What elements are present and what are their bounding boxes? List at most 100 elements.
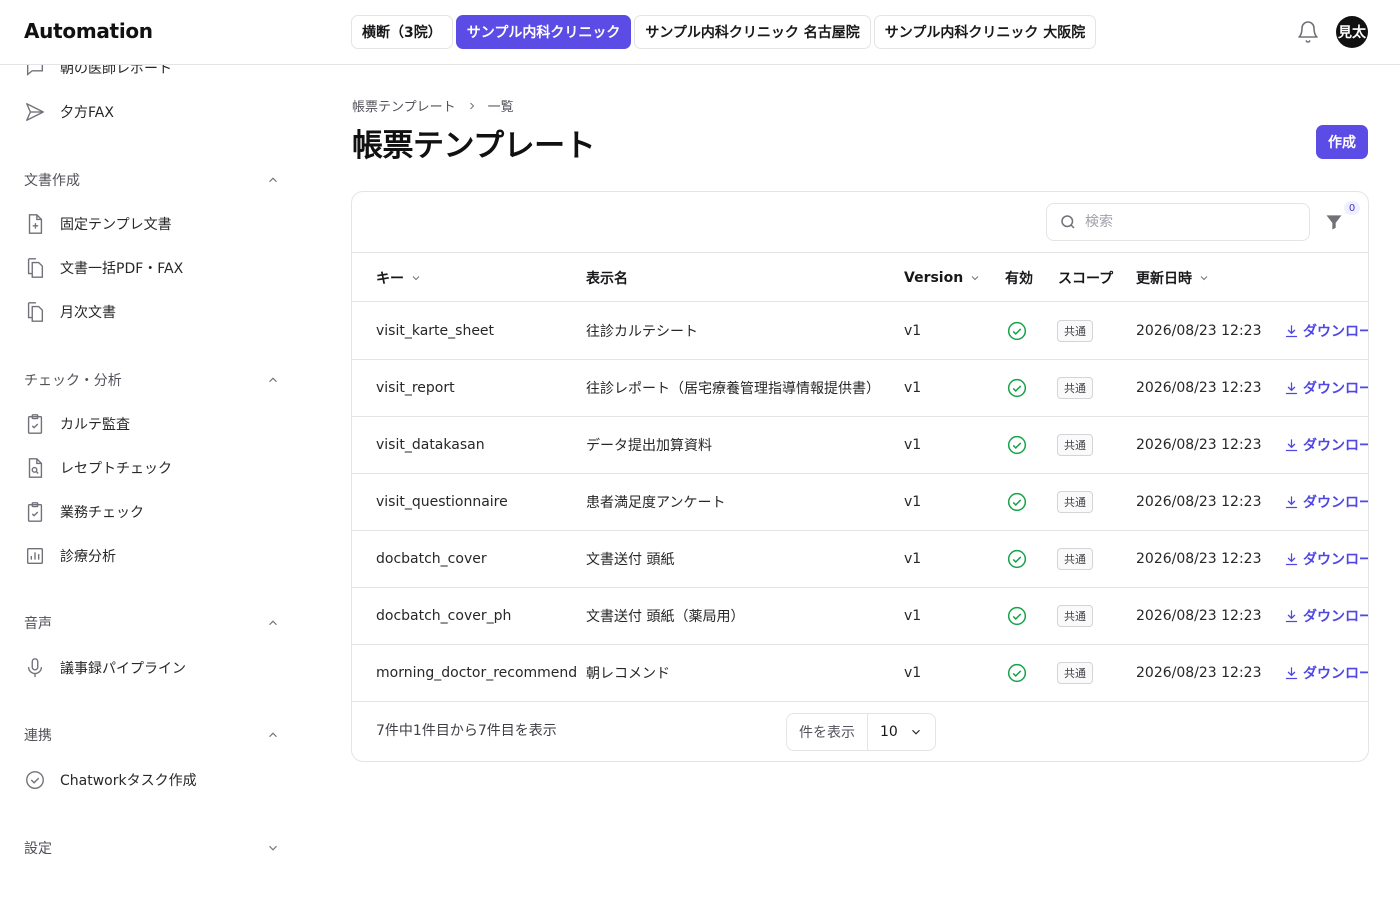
- table-header: キー 表示名 Version 有効 スコープ 更新日時: [352, 253, 1368, 302]
- sidebar-item-morning-report[interactable]: 朝の医師レポート: [24, 65, 172, 83]
- chevron-down-icon: [1200, 275, 1208, 280]
- section-title: 文書作成: [24, 173, 80, 189]
- download-button[interactable]: ダウンロー: [1284, 417, 1369, 473]
- cell-key: docbatch_cover_ph: [376, 608, 512, 624]
- sidebar-item-chatwork-task[interactable]: Chatworkタスク作成: [24, 765, 197, 795]
- sidebar-item-label: 夕方FAX: [60, 105, 114, 121]
- table-row: visit_datakasan データ提出加算資料 v1 共通 2026/08/23 1…: [352, 417, 1368, 474]
- sidebar-item-receipt-check[interactable]: レセプトチェック: [24, 453, 172, 483]
- column-version[interactable]: Version: [904, 253, 981, 302]
- cell-scope: 共通: [1057, 360, 1093, 416]
- column-enabled: 有効: [1005, 253, 1033, 302]
- clinic-tab-osaka[interactable]: サンプル内科クリニック 大阪院: [873, 15, 1097, 49]
- enabled-check-icon: [1007, 417, 1027, 473]
- check-circle-icon: [24, 769, 46, 791]
- sidebar: 朝の医師レポート 夕方FAX 文書作成 固定テンプレ文書 文書一括PDF・FAX…: [0, 65, 300, 900]
- send-icon: [24, 101, 46, 123]
- cell-updated-at: 2026/08/23 12:23: [1136, 323, 1262, 339]
- breadcrumb-templates[interactable]: 帳票テンプレート: [352, 96, 456, 115]
- cell-scope: 共通: [1057, 531, 1093, 587]
- bell-icon[interactable]: [1296, 20, 1320, 44]
- cell-version: v1: [904, 551, 922, 567]
- clinic-tab-nagoya[interactable]: サンプル内科クリニック 名古屋院: [634, 15, 871, 49]
- column-key[interactable]: キー: [376, 253, 422, 302]
- download-button[interactable]: ダウンロー: [1284, 303, 1368, 359]
- files-icon: [24, 301, 46, 323]
- cell-display-name: 往診カルテシート: [586, 324, 698, 340]
- clinic-tab-main[interactable]: サンプル内科クリニック: [455, 15, 632, 49]
- sidebar-item-business-check[interactable]: 業務チェック: [24, 497, 144, 527]
- clinic-tabs: 横断（3院） サンプル内科クリニック サンプル内科クリニック 名古屋院 サンプル…: [351, 15, 1097, 49]
- filter-icon[interactable]: [1324, 212, 1344, 232]
- column-label: スコープ: [1058, 270, 1114, 287]
- download-button[interactable]: ダウンロー: [1284, 588, 1368, 644]
- download-button[interactable]: ダウンロー: [1284, 474, 1368, 530]
- per-page-selector: 件を表示 10: [786, 713, 936, 751]
- table-row: visit_karte_sheet 往診カルテシート v1 共通 2026/08/23 …: [352, 303, 1368, 360]
- sidebar-item-evening-fax[interactable]: 夕方FAX: [24, 97, 114, 127]
- cell-updated-at: 2026/08/23 12:23: [1136, 380, 1262, 396]
- enabled-check-icon: [1007, 531, 1027, 587]
- column-updated-at[interactable]: 更新日時: [1136, 253, 1210, 302]
- app-title: Automation: [24, 19, 153, 43]
- scope-badge: 共通: [1057, 320, 1093, 342]
- download-label: ダウンロー: [1303, 666, 1369, 682]
- sidebar-item-medical-analysis[interactable]: 診療分析: [24, 541, 116, 571]
- clipboard-check-icon: [24, 413, 46, 435]
- sidebar-item-monthly-docs[interactable]: 月次文書: [24, 297, 116, 327]
- search-input[interactable]: [1085, 214, 1285, 230]
- cell-key: visit_datakasan: [376, 437, 485, 453]
- table-row: visit_questionnaire 患者満足度アンケート v1 共通 2026/08…: [352, 474, 1368, 531]
- download-button[interactable]: ダウンロー: [1284, 645, 1369, 701]
- chat-icon: [24, 65, 46, 79]
- cell-scope: 共通: [1057, 303, 1093, 359]
- per-page-select[interactable]: 10: [868, 714, 935, 750]
- cell-key: morning_doctor_recommend: [376, 665, 578, 681]
- enabled-check-icon: [1007, 303, 1027, 359]
- cell-version: v1: [904, 608, 922, 624]
- sidebar-section-documents[interactable]: 文書作成: [24, 168, 280, 192]
- clinic-tab-cross[interactable]: 横断（3院）: [351, 15, 453, 49]
- table-row: visit_report 往診レポート（居宅療養管理指導情報提供書） v1 共通 202…: [352, 360, 1368, 417]
- sidebar-item-minutes-pipeline[interactable]: 議事録パイプライン: [24, 653, 186, 683]
- sidebar-section-integration[interactable]: 連携: [24, 723, 280, 747]
- cell-display-name: 文書送付 頭紙（薬局用）: [586, 609, 745, 625]
- cell-display-name: 朝レコメンド: [586, 666, 670, 682]
- download-icon: [1284, 438, 1299, 453]
- enabled-check-icon: [1007, 645, 1027, 701]
- sidebar-section-settings[interactable]: 設定: [24, 836, 280, 860]
- chevron-right-icon: [469, 102, 474, 109]
- file-plus-icon: [24, 213, 46, 235]
- chevron-up-icon: [269, 177, 277, 183]
- templates-table-card: 0 キー 表示名 Version 有効 スコープ 更新日時 visit_kart…: [351, 191, 1369, 762]
- column-label: 更新日時: [1136, 270, 1192, 287]
- sidebar-item-fixed-template[interactable]: 固定テンプレ文書: [24, 209, 172, 239]
- per-page-label: 件を表示: [787, 714, 868, 750]
- files-icon: [24, 257, 46, 279]
- column-label: 有効: [1005, 270, 1033, 287]
- column-label: 表示名: [586, 270, 628, 287]
- column-scope: スコープ: [1058, 253, 1113, 302]
- sidebar-section-audio[interactable]: 音声: [24, 611, 280, 635]
- cell-scope: 共通: [1057, 417, 1093, 473]
- download-label: ダウンロー: [1303, 438, 1369, 454]
- search-box[interactable]: [1046, 203, 1310, 241]
- enabled-check-icon: [1007, 360, 1027, 416]
- cell-display-name: 往診レポート（居宅療養管理指導情報提供書）: [586, 381, 880, 397]
- mic-icon: [24, 657, 46, 679]
- download-button[interactable]: ダウンロー: [1284, 531, 1368, 587]
- cell-updated-at: 2026/08/23 12:23: [1136, 437, 1262, 453]
- sidebar-item-batch-pdf-fax[interactable]: 文書一括PDF・FAX: [24, 253, 183, 283]
- avatar[interactable]: 見太: [1336, 16, 1368, 48]
- scope-badge: 共通: [1057, 491, 1093, 513]
- sidebar-item-karte-audit[interactable]: カルテ監査: [24, 409, 130, 439]
- enabled-check-icon: [1007, 474, 1027, 530]
- breadcrumb-list: 一覧: [487, 100, 514, 115]
- sidebar-section-check-analysis[interactable]: チェック・分析: [24, 368, 280, 392]
- create-button[interactable]: 作成: [1316, 125, 1368, 159]
- download-button[interactable]: ダウンロー: [1284, 360, 1368, 416]
- cell-updated-at: 2026/08/23 12:23: [1136, 665, 1262, 681]
- column-display-name: 表示名: [586, 253, 628, 302]
- scope-badge: 共通: [1057, 662, 1093, 684]
- sidebar-item-label: 議事録パイプライン: [60, 661, 186, 677]
